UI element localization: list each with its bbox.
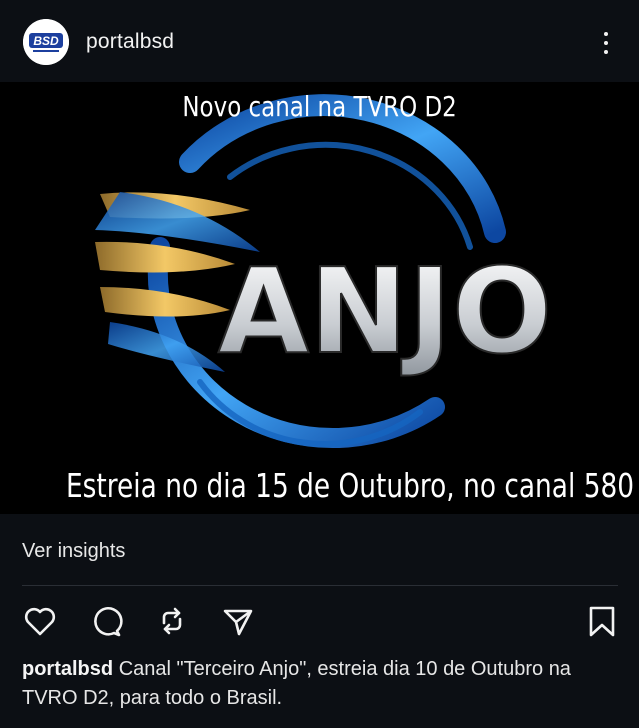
bookmark-icon [589,606,615,637]
avatar[interactable]: BSD [23,19,69,65]
logo-text: ANJO [218,242,552,380]
post-header: BSD portalbsd [0,0,639,82]
anjo-channel-logo: ANJO [95,94,553,449]
caption-username[interactable]: portalbsd [22,658,113,680]
comment-icon [94,607,123,637]
post-username[interactable]: portalbsd [86,30,174,54]
repost-icon [162,607,182,635]
more-vertical-icon [604,32,608,36]
repost-button[interactable] [154,603,190,639]
view-insights-link[interactable]: Ver insights [22,540,125,563]
divider [22,585,618,586]
post-image[interactable]: ANJO Novo canal na TVRO D2 Estreia no di… [0,82,639,514]
avatar-text: BSD [33,34,59,48]
bsd-logo-icon: BSD [23,19,69,65]
share-button[interactable] [220,603,256,639]
image-bottom-text: Estreia no dia 15 de Outubro, no canal 5… [66,466,635,505]
more-options-button[interactable] [592,28,620,58]
send-icon [223,609,253,636]
image-top-text: Novo canal na TVRO D2 [182,90,457,123]
comment-button[interactable] [88,603,124,639]
like-button[interactable] [22,603,58,639]
post-caption: portalbsd Canal "Terceiro Anjo", estreia… [22,655,622,713]
heart-icon [24,607,56,636]
save-button[interactable] [584,603,620,639]
